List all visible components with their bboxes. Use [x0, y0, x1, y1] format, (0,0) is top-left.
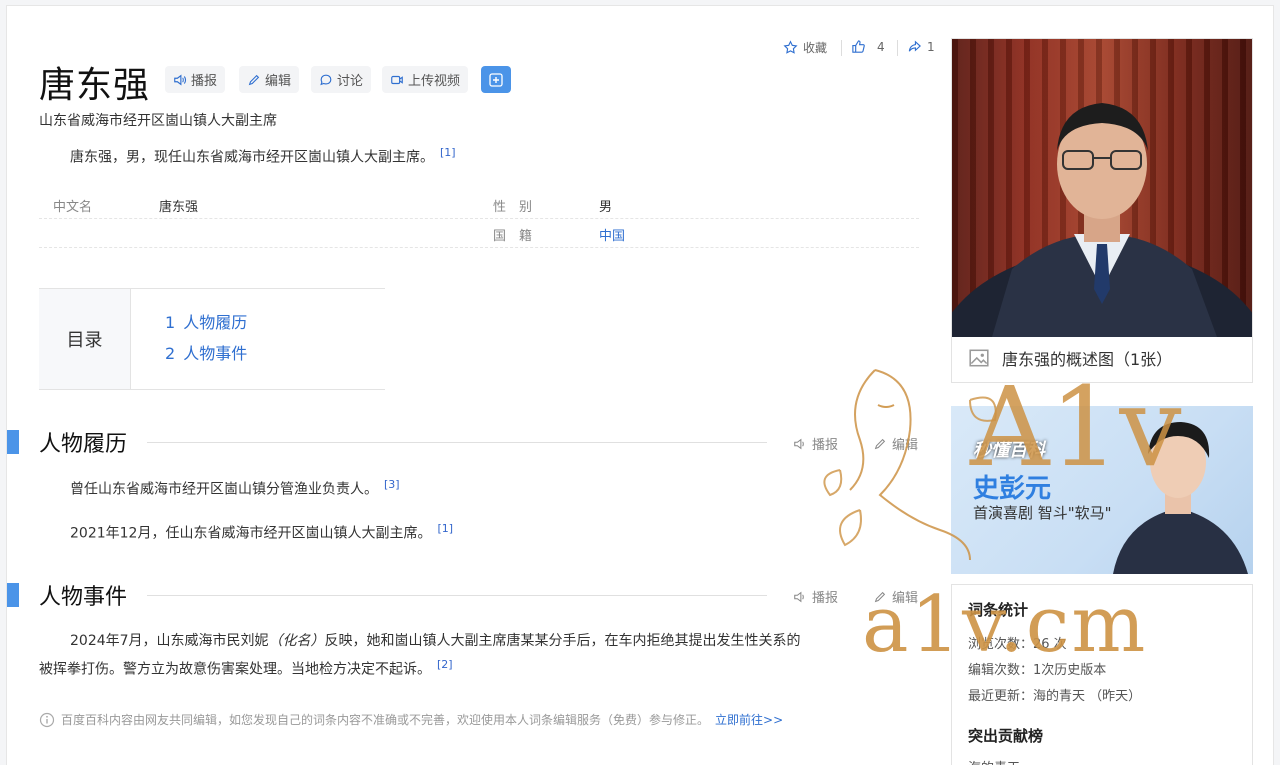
- info-icon: [39, 712, 55, 727]
- toc-label: 目录: [39, 289, 131, 389]
- summary-image-card[interactable]: 唐东强的概述图（1张）: [951, 38, 1253, 383]
- toc-item-number: 1: [165, 313, 176, 332]
- share-count: 1: [927, 39, 935, 54]
- video-icon: [391, 75, 403, 84]
- like-button[interactable]: 4: [851, 39, 885, 54]
- paragraph-text: 反映，她和崮山镇人大副主席唐某某分手后，在车内拒绝其提出发生性关系的: [324, 633, 801, 649]
- comment-icon: [320, 74, 332, 85]
- paragraph-text: 被挥拳打伤。警方立为故意伤害案处理。当地检方决定不起诉。: [39, 661, 431, 678]
- entry-subtitle: 山东省威海市经开区崮山镇人大副主席: [39, 113, 277, 129]
- infobox-label: 中文名: [53, 200, 93, 215]
- paragraph-italic: （化名）: [268, 633, 325, 649]
- page-title: 唐东强: [39, 65, 151, 106]
- contributor-item[interactable]: 海的青天: [968, 757, 1020, 765]
- section-marker: [7, 583, 19, 607]
- add-button[interactable]: [481, 66, 511, 93]
- contributors-title: 突出贡献榜: [968, 727, 1044, 745]
- infobox-value: 唐东强: [159, 200, 199, 215]
- share-button[interactable]: 1: [907, 39, 935, 54]
- speaker-icon: [174, 73, 187, 86]
- table-of-contents: 目录 1 人物履历 2 人物事件: [39, 288, 385, 390]
- upload-video-label: 上传视频: [408, 74, 461, 89]
- section-marker: [7, 430, 19, 454]
- divider: [841, 40, 842, 56]
- broadcast-button[interactable]: 播报: [165, 66, 226, 93]
- broadcast-label: 播报: [191, 74, 218, 89]
- speaker-icon: [794, 591, 804, 602]
- speaker-icon: [794, 438, 804, 449]
- toc-item-number: 2: [165, 344, 176, 363]
- edit-button[interactable]: 编辑: [239, 66, 300, 93]
- infobox-value: 男: [599, 200, 613, 215]
- star-icon: [783, 40, 798, 54]
- discuss-button[interactable]: 讨论: [311, 66, 372, 93]
- edit-notice-text: 百度百科内容由网友共同编辑，如您发现自己的词条内容不准确或不完善，欢迎使用本人词…: [61, 713, 710, 727]
- thumbs-up-icon: [852, 40, 865, 53]
- plus-icon: [489, 72, 503, 87]
- paragraph-text: 曾任山东省威海市经开区崮山镇分管渔业负责人。: [70, 481, 378, 498]
- like-count: 4: [877, 39, 885, 54]
- edit-notice-link[interactable]: 立即前往>>: [715, 711, 783, 728]
- reference-link[interactable]: [1]: [440, 146, 456, 159]
- toc-item-label: 人物事件: [183, 344, 248, 363]
- upload-video-button[interactable]: 上传视频: [382, 66, 469, 93]
- watermark-text: a1v.cm: [862, 580, 1148, 670]
- infobox-divider: [39, 218, 919, 219]
- portrait-photo: [952, 39, 1252, 337]
- section-title: 人物事件: [39, 585, 128, 610]
- divider: [897, 40, 898, 56]
- edit-label: 编辑: [265, 74, 292, 89]
- discuss-label: 讨论: [337, 74, 364, 89]
- toc-item[interactable]: 1 人物履历: [165, 309, 255, 333]
- reference-link[interactable]: [1]: [437, 522, 453, 535]
- paragraph-text: 2024年7月，山东威海市民刘妮: [70, 633, 269, 649]
- infobox-link[interactable]: 中国: [599, 225, 625, 244]
- share-icon: [908, 40, 921, 52]
- entry-summary: 唐东强，男，现任山东省威海市经开区崮山镇人大副主席。 [1]: [70, 146, 456, 167]
- infobox-label: 国 籍: [493, 229, 533, 244]
- summary-text: 唐东强，男，现任山东省威海市经开区崮山镇人大副主席。: [70, 149, 434, 166]
- paragraph-text: 2021年12月，任山东省威海市经开区崮山镇人大副主席。: [70, 525, 432, 542]
- infobox-label: 性 别: [493, 200, 533, 215]
- person-figure: [952, 103, 1252, 337]
- section-paragraph: 2024年7月，山东威海市民刘妮（化名）反映，她和崮山镇人大副主席唐某某分手后，…: [70, 630, 946, 650]
- edit-notice: 百度百科内容由网友共同编辑，如您发现自己的词条内容不准确或不完善，欢迎使用本人词…: [39, 711, 783, 728]
- section-divider: [147, 595, 767, 596]
- pencil-icon: [248, 74, 260, 85]
- collect-label: 收藏: [803, 41, 828, 55]
- section-divider: [147, 442, 767, 443]
- reference-link[interactable]: [2]: [437, 658, 453, 671]
- section-title: 人物履历: [39, 432, 128, 457]
- reference-link[interactable]: [3]: [384, 478, 400, 491]
- watermark-logo: A1v: [823, 363, 1182, 561]
- section-paragraph: 被挥拳打伤。警方立为故意伤害案处理。当地检方决定不起诉。 [2]: [39, 658, 453, 679]
- section-paragraph: 2021年12月，任山东省威海市经开区崮山镇人大副主席。 [1]: [70, 522, 453, 543]
- section-paragraph: 曾任山东省威海市经开区崮山镇分管渔业负责人。 [3]: [70, 478, 400, 499]
- collect-button[interactable]: 收藏: [783, 39, 827, 56]
- infobox-divider: [39, 247, 919, 248]
- toc-item-label: 人物履历: [183, 313, 248, 332]
- watermark-logo-text: A1v: [969, 363, 1182, 491]
- toc-item[interactable]: 2 人物事件: [165, 340, 255, 364]
- stats-last-update: 最近更新：海的青天 （昨天）: [968, 689, 1142, 704]
